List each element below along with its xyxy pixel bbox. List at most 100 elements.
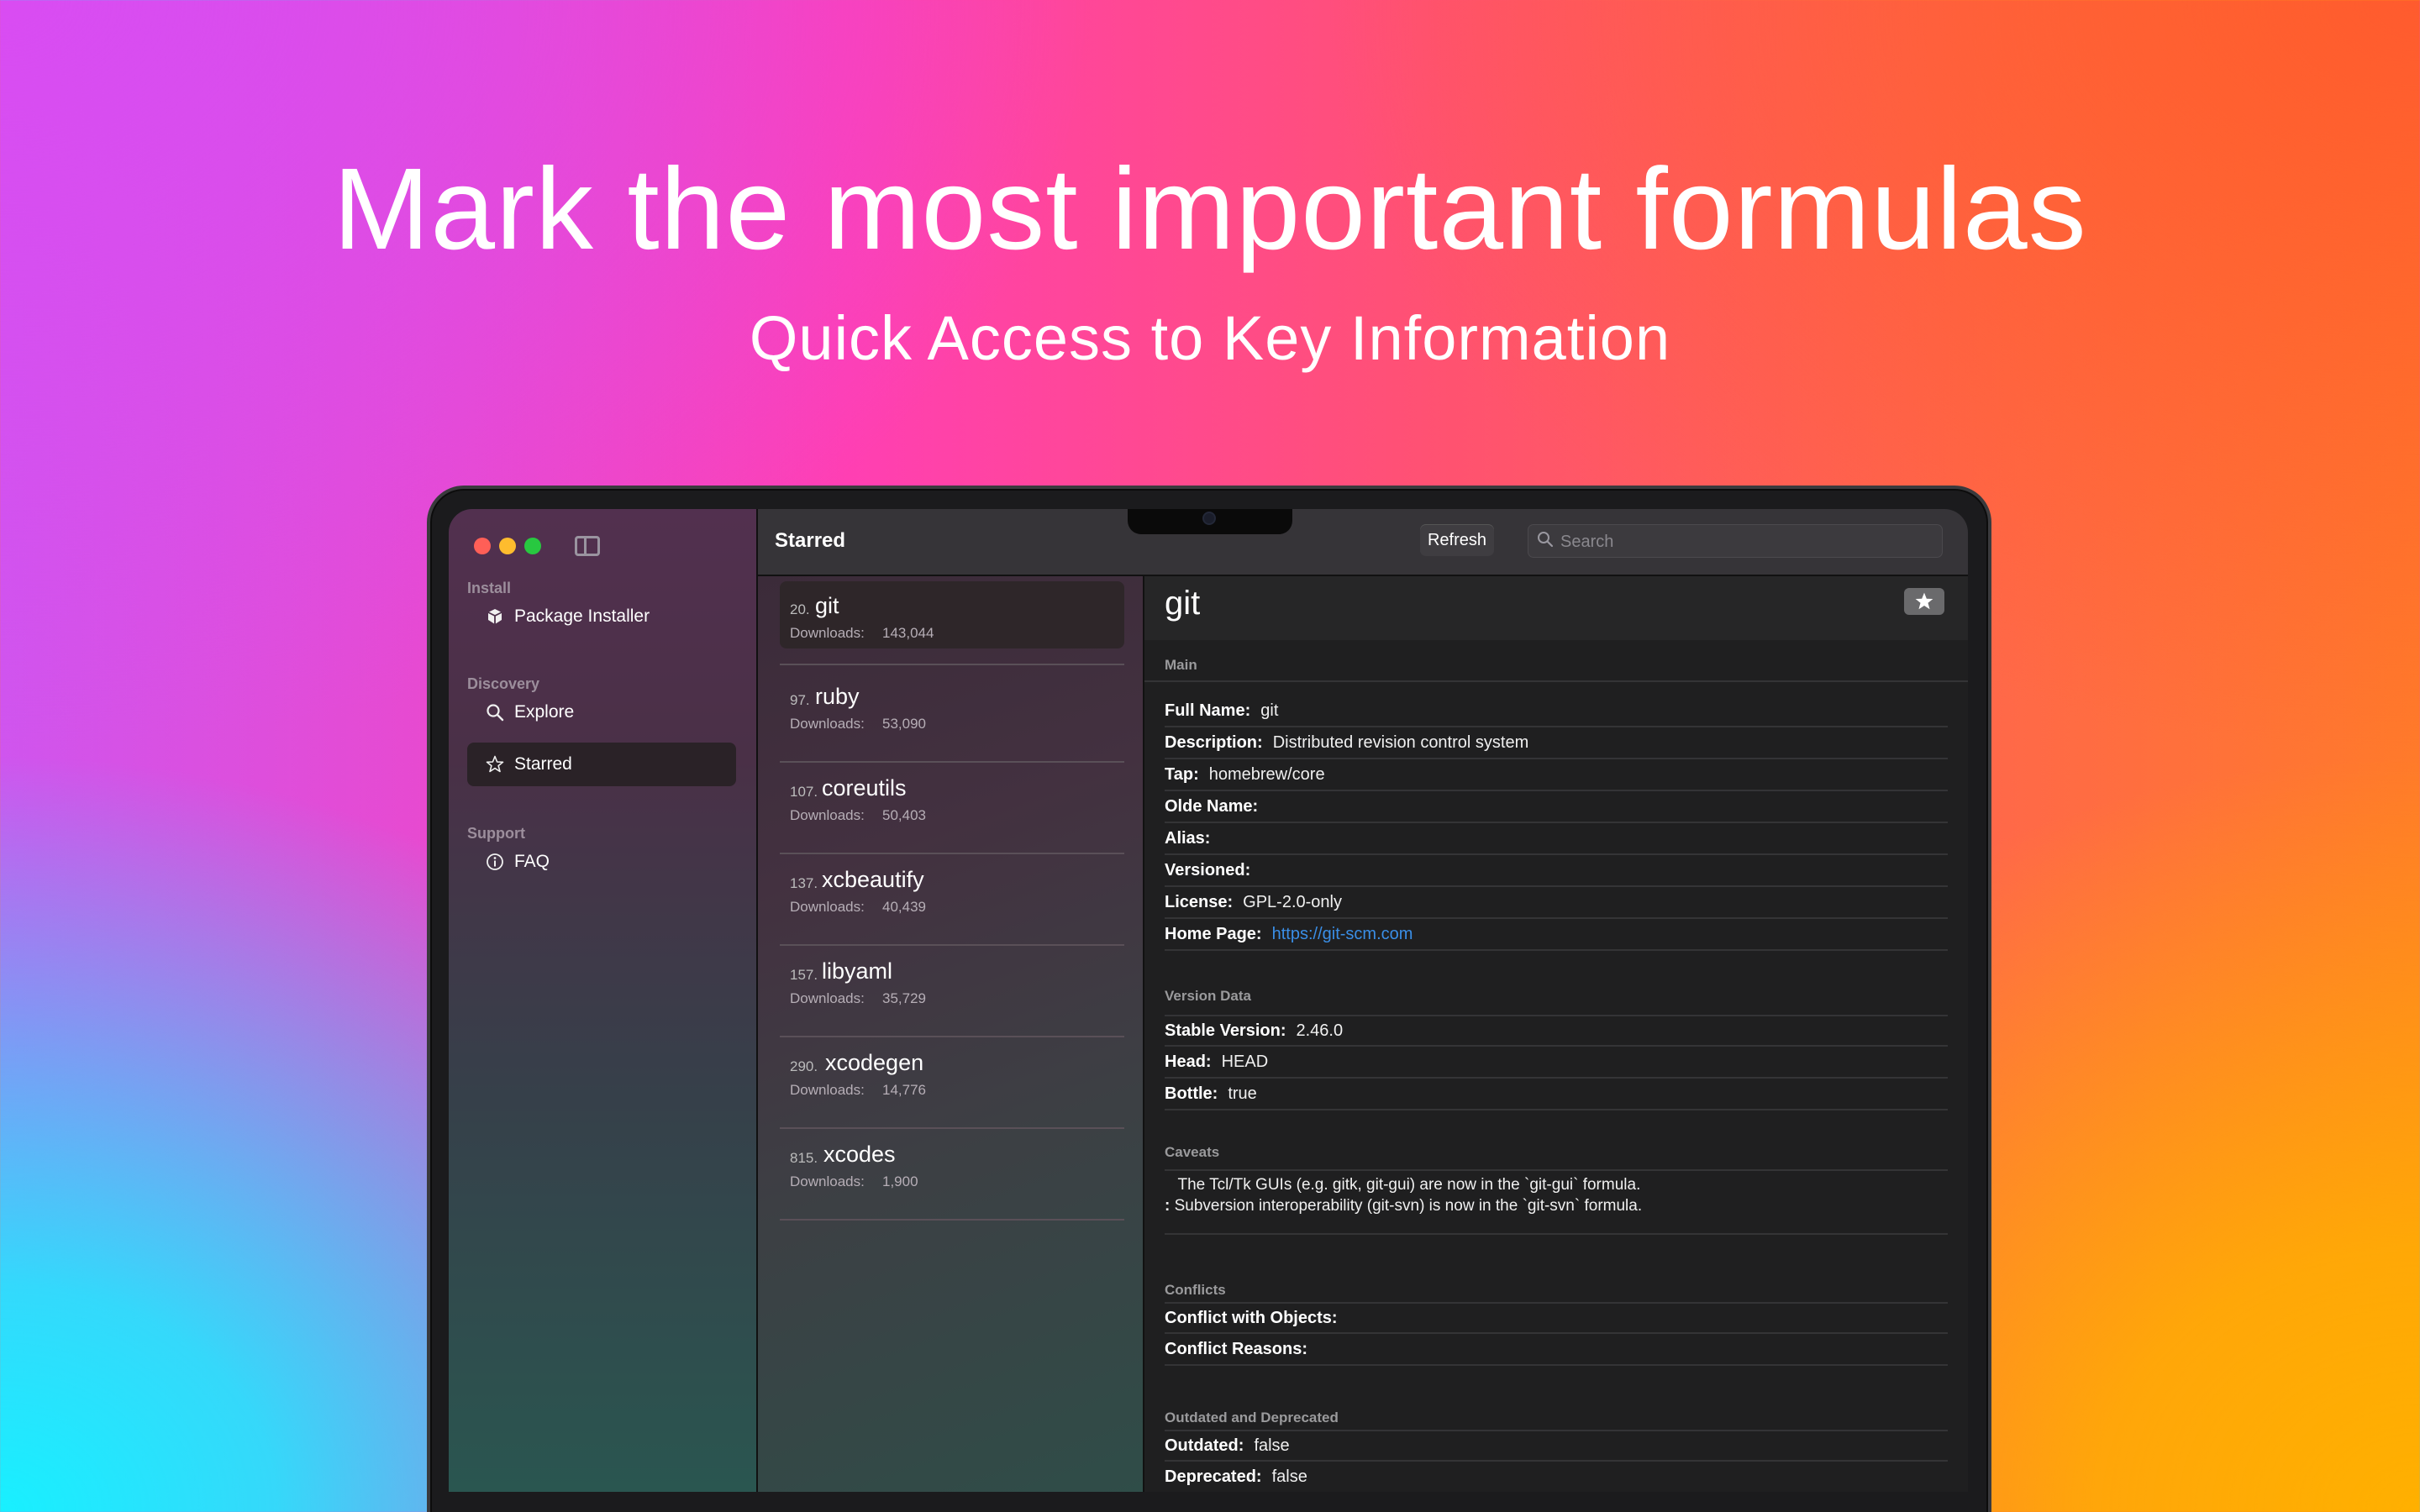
detail-header: git — [1144, 576, 1968, 640]
page-title: Starred — [775, 529, 846, 552]
field-value: 2.46.0 — [1296, 1021, 1344, 1040]
search-field[interactable] — [1528, 524, 1943, 558]
section-label-caveats: Caveats — [1165, 1144, 1220, 1160]
field-key: Conflict Reasons: — [1165, 1339, 1308, 1358]
downloads-value: 53,090 — [882, 716, 926, 732]
caveats-text: The Tcl/Tk GUIs (e.g. gitk, git-gui) are… — [1165, 1169, 1948, 1235]
star-icon — [1915, 592, 1933, 610]
caveat-line: : Subversion interoperability (git-svn) … — [1165, 1197, 1643, 1215]
field-key: Full Name: — [1165, 701, 1251, 720]
toolbar: Starred Refresh — [758, 509, 1968, 576]
field-value: false — [1254, 1436, 1290, 1455]
hero-subheadline: Quick Access to Key Information — [749, 303, 1671, 373]
row-outdated: Outdated: false — [1165, 1430, 1948, 1462]
camera-icon — [1202, 512, 1216, 525]
sidebar-toggle-icon[interactable] — [575, 536, 600, 556]
caveat-line: The Tcl/Tk GUIs (e.g. gitk, git-gui) are… — [1177, 1176, 1641, 1194]
field-value: false — [1271, 1467, 1307, 1486]
formula-name: xcodes — [823, 1142, 896, 1167]
sidebar-item-label: FAQ — [514, 852, 550, 871]
zoom-window-button[interactable] — [524, 538, 541, 554]
sidebar-item-starred[interactable]: Starred — [467, 743, 736, 786]
field-value: true — [1228, 1084, 1257, 1103]
divider — [1144, 680, 1968, 682]
formula-name: coreutils — [822, 775, 907, 801]
field-key: Head: — [1165, 1052, 1212, 1071]
sidebar-item-label: Starred — [514, 754, 572, 774]
search-input[interactable] — [1560, 530, 1930, 554]
rank-label: 97. — [790, 692, 810, 708]
row-stable-version: Stable Version: 2.46.0 — [1165, 1015, 1948, 1047]
rank-label: 157. — [790, 967, 818, 983]
list-item[interactable]: 815. xcodes Downloads: 1,900 — [780, 1130, 1124, 1221]
section-label-version-data: Version Data — [1165, 988, 1251, 1004]
sidebar-item-explore[interactable]: Explore — [467, 690, 736, 734]
field-value: git — [1260, 701, 1279, 720]
field-key: Tap: — [1165, 764, 1199, 784]
field-value: Distributed revision control system — [1272, 732, 1529, 752]
home-page-link[interactable]: https://git-scm.com — [1272, 925, 1413, 944]
row-home-page: Home Page: https://git-scm.com — [1165, 919, 1948, 951]
search-icon — [1537, 530, 1554, 554]
field-key: Home Page: — [1165, 924, 1262, 943]
downloads-label: Downloads: — [790, 899, 865, 915]
row-license: License: GPL-2.0-only — [1165, 887, 1948, 919]
field-key: Olde Name: — [1165, 796, 1259, 816]
downloads-value: 50,403 — [882, 807, 926, 823]
field-value: homebrew/core — [1208, 764, 1325, 784]
star-icon — [484, 755, 506, 774]
package-icon — [484, 607, 506, 626]
minimize-window-button[interactable] — [499, 538, 516, 554]
field-key: Deprecated: — [1165, 1467, 1262, 1486]
list-item[interactable]: 290. xcodegen Downloads: 14,776 — [780, 1038, 1124, 1129]
sidebar-item-label: Explore — [514, 702, 575, 722]
field-key: Outdated: — [1165, 1436, 1244, 1455]
row-conflict-objects: Conflict with Objects: — [1165, 1302, 1948, 1334]
field-key: Conflict with Objects: — [1165, 1308, 1338, 1327]
star-toggle-button[interactable] — [1904, 588, 1944, 615]
field-key: Description: — [1165, 732, 1263, 752]
list-item[interactable]: 97. ruby Downloads: 53,090 — [780, 672, 1124, 763]
sidebar-item-faq[interactable]: FAQ — [467, 840, 736, 884]
downloads-value: 40,439 — [882, 899, 926, 915]
downloads-label: Downloads: — [790, 807, 865, 823]
field-key: Bottle: — [1165, 1084, 1218, 1103]
sidebar-item-label: Package Installer — [514, 606, 650, 626]
list-item[interactable]: 137. xcbeautify Downloads: 40,439 — [780, 855, 1124, 946]
downloads-label: Downloads: — [790, 716, 865, 732]
formula-title: git — [1165, 585, 1201, 622]
field-key: License: — [1165, 892, 1234, 911]
app-window: Install Package Installer Discovery Expl… — [449, 509, 1968, 1492]
downloads-label: Downloads: — [790, 1173, 865, 1189]
close-window-button[interactable] — [474, 538, 491, 554]
section-label-conflicts: Conflicts — [1165, 1282, 1226, 1298]
section-label-main: Main — [1165, 657, 1197, 673]
row-versioned: Versioned: — [1165, 855, 1948, 887]
row-tap: Tap: homebrew/core — [1165, 759, 1948, 791]
downloads-value: 1,900 — [882, 1173, 918, 1189]
formula-name: xcbeautify — [822, 867, 924, 892]
sidebar-item-package-installer[interactable]: Package Installer — [467, 595, 736, 638]
section-label-outdated: Outdated and Deprecated — [1165, 1410, 1339, 1425]
rank-label: 815. — [790, 1150, 818, 1166]
formula-list: 20. git Downloads: 143,044 97. ruby Down… — [758, 576, 1144, 1492]
field-value: HEAD — [1221, 1052, 1269, 1071]
row-olde-name: Olde Name: — [1165, 791, 1948, 823]
row-deprecated: Deprecated: false — [1165, 1462, 1948, 1492]
hero-headline: Mark the most important formulas — [333, 144, 2087, 274]
field-key: Versioned: — [1165, 860, 1251, 879]
downloads-value: 35,729 — [882, 990, 926, 1006]
downloads-label: Downloads: — [790, 990, 865, 1006]
field-value: GPL-2.0-only — [1243, 892, 1342, 911]
row-conflict-reasons: Conflict Reasons: — [1165, 1334, 1948, 1366]
list-item[interactable]: 107. coreutils Downloads: 50,403 — [780, 764, 1124, 854]
field-key: Alias: — [1165, 828, 1211, 848]
list-item[interactable]: 157. libyaml Downloads: 35,729 — [780, 947, 1124, 1037]
row-full-name: Full Name: git — [1165, 696, 1948, 727]
formula-name: ruby — [815, 684, 860, 709]
row-description: Description: Distributed revision contro… — [1165, 727, 1948, 759]
field-key: Stable Version: — [1165, 1021, 1286, 1040]
refresh-button[interactable]: Refresh — [1420, 524, 1494, 556]
detail-panel: git Main Full Name: git Description: Dis… — [1144, 576, 1968, 1492]
row-head: Head: HEAD — [1165, 1047, 1948, 1079]
